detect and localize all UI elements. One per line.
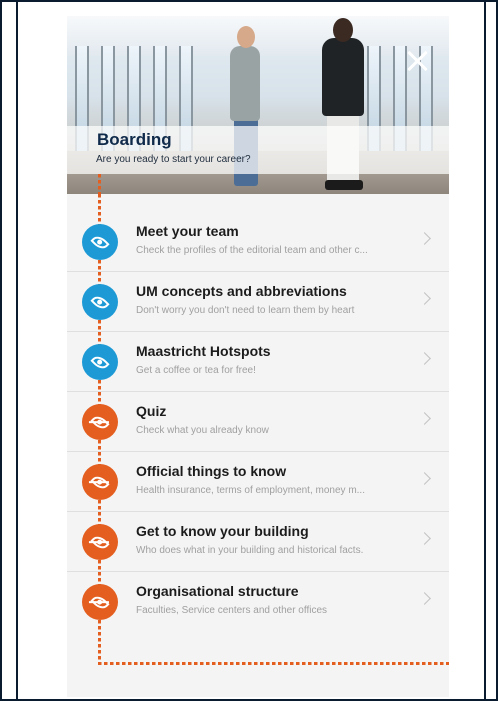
list-item[interactable]: Meet your team Check the profiles of the… — [67, 212, 449, 272]
frame-border-left — [16, 2, 18, 699]
seen-status-badge — [82, 284, 118, 320]
progress-path-horizontal — [98, 662, 449, 665]
frame-border-right — [484, 2, 486, 699]
phone-screen: Boarding Are you ready to start your car… — [67, 16, 449, 697]
unseen-status-badge — [82, 404, 118, 440]
progress-path-top — [98, 174, 101, 194]
item-subtitle: Who does what in your building and histo… — [136, 545, 364, 556]
chevron-right-icon — [418, 352, 431, 365]
list-item[interactable]: UM concepts and abbreviations Don't worr… — [67, 272, 449, 332]
chevron-right-icon — [418, 292, 431, 305]
item-title: Meet your team — [136, 223, 239, 239]
page-subtitle: Are you ready to start your career? — [96, 154, 251, 165]
seen-status-badge — [82, 344, 118, 380]
item-subtitle: Check what you already know — [136, 425, 269, 436]
item-title: Maastricht Hotspots — [136, 343, 271, 359]
chevron-right-icon — [418, 232, 431, 245]
eye-icon — [90, 232, 110, 252]
item-subtitle: Check the profiles of the editorial team… — [136, 245, 368, 256]
item-subtitle: Don't worry you don't need to learn them… — [136, 305, 355, 316]
chevron-right-icon — [418, 532, 431, 545]
seen-status-badge — [82, 224, 118, 260]
eye-slash-icon — [90, 472, 110, 492]
screenshot-frame: Boarding Are you ready to start your car… — [0, 0, 498, 701]
unseen-status-badge — [82, 464, 118, 500]
chevron-right-icon — [418, 412, 431, 425]
eye-icon — [90, 292, 110, 312]
eye-icon — [90, 352, 110, 372]
list-item[interactable]: Official things to know Health insurance… — [67, 452, 449, 512]
unseen-status-badge — [82, 584, 118, 620]
page-title: Boarding — [97, 130, 172, 149]
chevron-right-icon — [418, 592, 431, 605]
chevron-right-icon — [418, 472, 431, 485]
list-item[interactable]: Organisational structure Faculties, Serv… — [67, 572, 449, 632]
list-item[interactable]: Quiz Check what you already know — [67, 392, 449, 452]
close-icon[interactable] — [406, 50, 428, 72]
item-subtitle: Health insurance, terms of employment, m… — [136, 485, 365, 496]
unseen-status-badge — [82, 524, 118, 560]
item-title: Official things to know — [136, 463, 287, 479]
item-title: UM concepts and abbreviations — [136, 283, 347, 299]
list-item[interactable]: Get to know your building Who does what … — [67, 512, 449, 572]
eye-slash-icon — [90, 532, 110, 552]
eye-slash-icon — [90, 592, 110, 612]
item-subtitle: Faculties, Service centers and other off… — [136, 605, 328, 616]
item-title: Organisational structure — [136, 583, 299, 599]
item-title: Quiz — [136, 403, 167, 419]
module-list: Meet your team Check the profiles of the… — [67, 212, 449, 632]
eye-slash-icon — [90, 412, 110, 432]
item-title: Get to know your building — [136, 523, 309, 539]
list-item[interactable]: Maastricht Hotspots Get a coffee or tea … — [67, 332, 449, 392]
item-subtitle: Get a coffee or tea for free! — [136, 365, 256, 376]
